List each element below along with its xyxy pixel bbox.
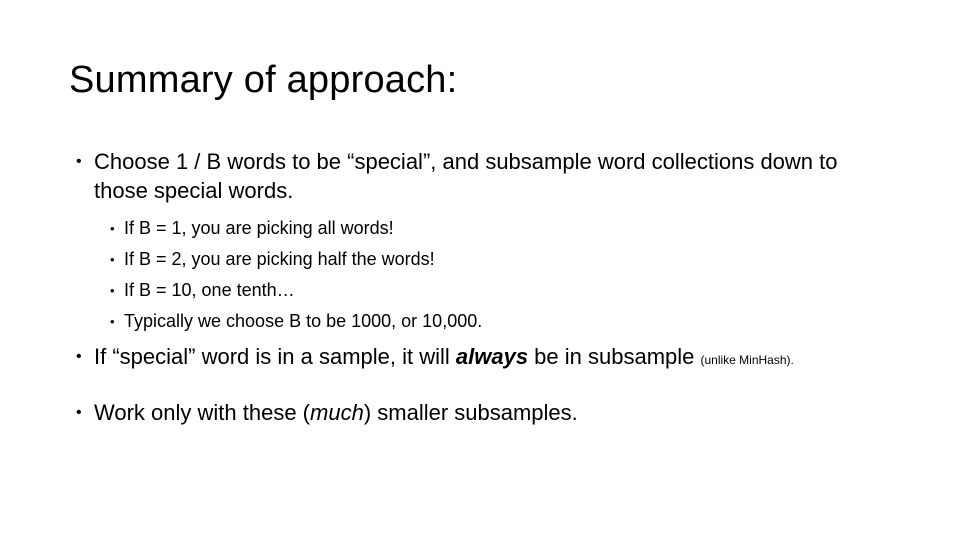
sub-bullet-item-3: • If B = 10, one tenth…: [110, 275, 730, 306]
bullet-item-2: • If “special” word is in a sample, it wi…: [76, 342, 896, 371]
bullet-item-3-text-part2: ) smaller subsamples.: [363, 400, 578, 425]
bullet-item-3-text-part1: Work only with these (: [94, 400, 311, 425]
sub-bullet-item-2-text: If B = 2, you are picking half the words…: [124, 249, 435, 269]
slide-body: • Choose 1 / B words to be “special”, an…: [0, 0, 960, 540]
bullet-dot-icon: •: [76, 153, 82, 170]
sub-bullet-item-3-text: If B = 10, one tenth…: [124, 280, 295, 300]
sub-bullet-item-4: • Typically we choose B to be 1000, or 1…: [110, 306, 730, 337]
sub-bullet-item-1-text: If B = 1, you are picking all words!: [124, 218, 394, 238]
bullet-dot-icon: •: [76, 404, 82, 421]
bullet-item-2-note: (unlike MinHash).: [700, 353, 794, 367]
bullet-dot-icon: •: [110, 252, 115, 267]
bullet-item-2-text-part1: If “special” word is in a sample, it wil…: [94, 344, 456, 369]
bullet-item-2-text-part2: be in subsample: [528, 344, 701, 369]
bullet-item-3-emphasis: much: [310, 400, 364, 425]
bullet-dot-icon: •: [76, 348, 82, 365]
bullet-item-1: • Choose 1 / B words to be “special”, an…: [76, 147, 876, 205]
bullet-item-2-emphasis: always: [455, 344, 529, 369]
bullet-dot-icon: •: [110, 221, 115, 236]
sub-bullet-item-1: • If B = 1, you are picking all words!: [110, 213, 730, 244]
bullet-dot-icon: •: [110, 283, 115, 298]
slide: Summary of approach: • Choose 1 / B word…: [0, 0, 960, 540]
sub-bullet-list: • If B = 1, you are picking all words! •…: [110, 213, 730, 337]
bullet-item-1-text: Choose 1 / B words to be “special”, and …: [94, 149, 838, 203]
bullet-item-3: • Work only with these (much) smaller sub…: [76, 398, 876, 427]
bullet-dot-icon: •: [110, 314, 115, 329]
sub-bullet-item-2: • If B = 2, you are picking half the wor…: [110, 244, 730, 275]
sub-bullet-item-4-text: Typically we choose B to be 1000, or 10,…: [124, 311, 483, 331]
